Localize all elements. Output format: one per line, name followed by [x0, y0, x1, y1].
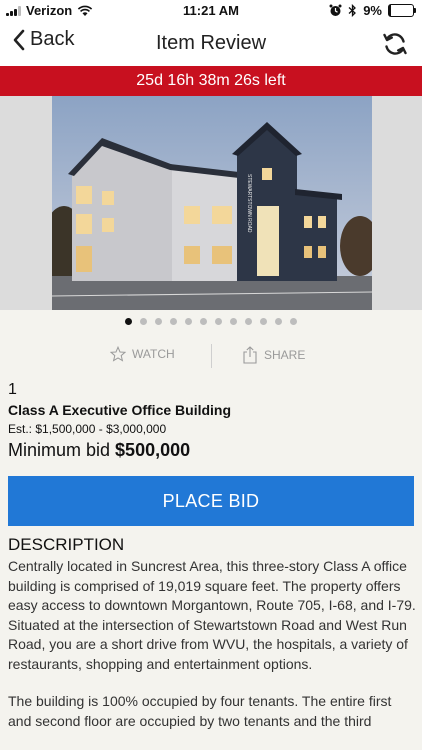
status-right: 9%: [329, 3, 416, 18]
refresh-button[interactable]: [382, 31, 408, 62]
countdown-timer: 25d 16h 38m 26s left: [0, 66, 422, 96]
building-image: STEWARTSTOWN ROAD: [52, 96, 372, 310]
minimum-bid: Minimum bid $500,000: [8, 440, 190, 461]
share-icon: [243, 346, 257, 364]
bluetooth-icon: [348, 4, 357, 17]
pagination-dot[interactable]: [185, 317, 192, 325]
pagination-dot[interactable]: [125, 317, 132, 325]
watch-label: WATCH: [132, 347, 175, 361]
description-paragraph: Centrally located in Suncrest Area, this…: [8, 558, 416, 672]
minimum-bid-label: Minimum bid: [8, 440, 111, 460]
pagination-dot[interactable]: [290, 317, 297, 325]
pagination-dot[interactable]: [200, 317, 207, 325]
star-icon: [110, 346, 126, 362]
action-divider: [211, 344, 212, 368]
pagination-dot[interactable]: [275, 317, 282, 325]
description-heading: DESCRIPTION: [8, 535, 125, 554]
photo-gallery[interactable]: STEWARTSTOWN ROAD: [0, 96, 422, 310]
description-body: Centrally located in Suncrest Area, this…: [8, 557, 416, 749]
alarm-icon: [329, 4, 342, 16]
item-estimate: Est.: $1,500,000 - $3,000,000: [8, 422, 167, 436]
pagination-dot[interactable]: [215, 317, 222, 325]
place-bid-button[interactable]: PLACE BID: [8, 476, 414, 526]
building-photo[interactable]: STEWARTSTOWN ROAD: [52, 96, 372, 310]
pagination-dot[interactable]: [245, 317, 252, 325]
item-title: Class A Executive Office Building: [8, 402, 232, 418]
lot-number: 1: [8, 381, 17, 398]
battery-level: [389, 5, 392, 16]
share-label: SHARE: [264, 348, 306, 362]
description-paragraph: The building is 100% occupied by four te…: [8, 693, 392, 729]
pagination-dot[interactable]: [260, 317, 267, 325]
share-button[interactable]: SHARE: [242, 346, 305, 364]
gallery-pagination[interactable]: [0, 314, 422, 328]
item-actions: WATCH SHARE: [0, 342, 422, 370]
building-sign: STEWARTSTOWN ROAD: [246, 174, 252, 233]
battery-percent: 9%: [363, 3, 382, 18]
refresh-icon: [383, 33, 407, 55]
page-title: Item Review: [155, 32, 267, 54]
navigation-bar: Back Item Review: [0, 22, 422, 66]
battery-icon: [388, 4, 416, 17]
pagination-dot[interactable]: [140, 317, 147, 325]
pagination-dot[interactable]: [230, 317, 237, 325]
pagination-dot[interactable]: [170, 317, 177, 325]
watch-button[interactable]: WATCH: [110, 346, 175, 362]
pagination-dot[interactable]: [155, 317, 162, 325]
status-bar: Verizon 11:21 AM 9%: [0, 0, 422, 22]
minimum-bid-value: $500,000: [115, 440, 191, 460]
